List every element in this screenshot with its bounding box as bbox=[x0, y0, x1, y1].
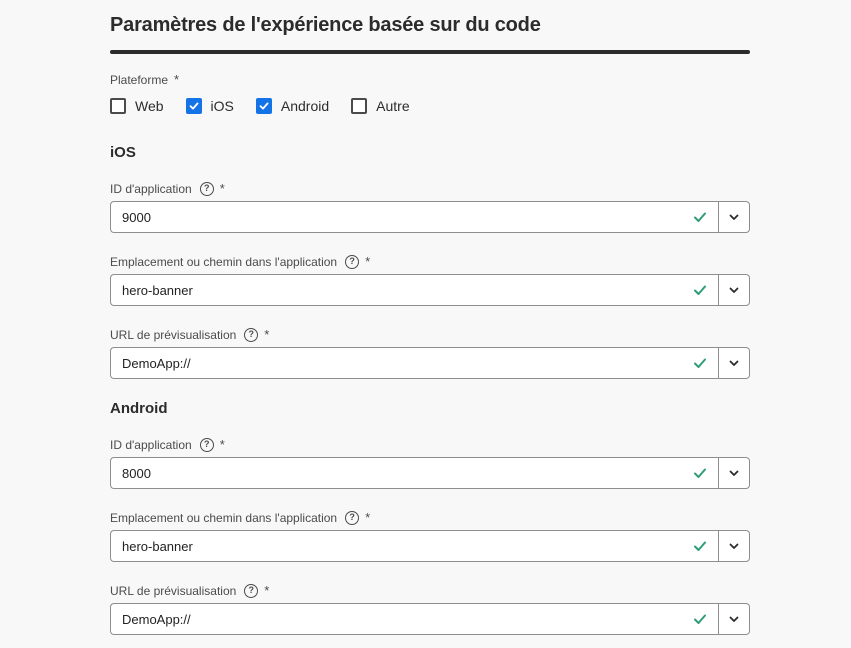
help-icon[interactable]: ? bbox=[199, 181, 214, 196]
android-preview-value: DemoApp:// bbox=[122, 611, 191, 627]
checkbox-ios-label: iOS bbox=[210, 98, 234, 114]
help-icon[interactable]: ? bbox=[244, 327, 259, 342]
ios-location-input[interactable]: hero-banner bbox=[110, 274, 718, 306]
android-location-label: Emplacement ou chemin dans l'application bbox=[110, 510, 338, 525]
android-location-combobox[interactable]: hero-banner bbox=[110, 530, 750, 562]
ios-preview-value: DemoApp:// bbox=[122, 355, 191, 371]
android-preview-dropdown-button[interactable] bbox=[718, 603, 750, 635]
valid-checkmark-icon bbox=[694, 285, 706, 295]
android-preview-label-row: URL de prévisualisation ? * bbox=[110, 583, 269, 598]
ios-preview-label: URL de prévisualisation bbox=[110, 327, 237, 342]
ios-location-label-row: Emplacement ou chemin dans l'application… bbox=[110, 254, 370, 269]
checkmark-icon bbox=[259, 102, 269, 110]
android-app-id-label-row: ID d'application ? * bbox=[110, 437, 225, 452]
page-title: Paramètres de l'expérience basée sur du … bbox=[110, 14, 541, 36]
valid-checkmark-icon bbox=[694, 212, 706, 222]
checkbox-android-label: Android bbox=[280, 98, 330, 114]
android-location-label-row: Emplacement ou chemin dans l'application… bbox=[110, 510, 370, 525]
android-preview-label: URL de prévisualisation bbox=[110, 583, 237, 598]
help-icon[interactable]: ? bbox=[345, 510, 360, 525]
title-divider bbox=[110, 50, 750, 54]
ios-preview-label-row: URL de prévisualisation ? * bbox=[110, 327, 269, 342]
checkbox-other-label: Autre bbox=[376, 98, 410, 114]
platform-checkbox-group: Web iOS Android Autre bbox=[110, 98, 432, 114]
ios-app-id-combobox[interactable]: 9000 bbox=[110, 201, 750, 233]
required-asterisk: * bbox=[219, 437, 225, 452]
ios-heading: iOS bbox=[110, 144, 136, 161]
ios-location-dropdown-button[interactable] bbox=[718, 274, 750, 306]
checkbox-web[interactable]: Web bbox=[110, 98, 164, 114]
checkbox-android[interactable]: Android bbox=[255, 98, 330, 114]
valid-checkmark-icon bbox=[694, 541, 706, 551]
ios-location-label: Emplacement ou chemin dans l'application bbox=[110, 254, 338, 269]
checkbox-ios-box[interactable] bbox=[185, 98, 202, 114]
ios-location-combobox[interactable]: hero-banner bbox=[110, 274, 750, 306]
valid-checkmark-icon bbox=[694, 468, 706, 478]
chevron-down-icon bbox=[729, 287, 739, 293]
platform-label-row: Plateforme * bbox=[110, 72, 179, 87]
android-app-id-input[interactable]: 8000 bbox=[110, 457, 718, 489]
ios-app-id-dropdown-button[interactable] bbox=[718, 201, 750, 233]
required-asterisk: * bbox=[174, 72, 180, 87]
help-icon[interactable]: ? bbox=[345, 254, 360, 269]
ios-location-value: hero-banner bbox=[122, 282, 193, 298]
checkbox-ios[interactable]: iOS bbox=[185, 98, 234, 114]
required-asterisk: * bbox=[264, 327, 270, 342]
android-location-value: hero-banner bbox=[122, 538, 193, 554]
help-icon[interactable]: ? bbox=[244, 583, 259, 598]
ios-app-id-value: 9000 bbox=[122, 209, 151, 225]
ios-preview-input[interactable]: DemoApp:// bbox=[110, 347, 718, 379]
android-location-dropdown-button[interactable] bbox=[718, 530, 750, 562]
valid-checkmark-icon bbox=[694, 358, 706, 368]
required-asterisk: * bbox=[219, 181, 225, 196]
android-location-input[interactable]: hero-banner bbox=[110, 530, 718, 562]
checkbox-other[interactable]: Autre bbox=[351, 98, 410, 114]
android-preview-input[interactable]: DemoApp:// bbox=[110, 603, 718, 635]
checkbox-web-box[interactable] bbox=[110, 98, 126, 114]
checkmark-icon bbox=[189, 102, 199, 110]
chevron-down-icon bbox=[729, 470, 739, 476]
ios-app-id-input[interactable]: 9000 bbox=[110, 201, 718, 233]
chevron-down-icon bbox=[729, 360, 739, 366]
checkbox-other-box[interactable] bbox=[351, 98, 368, 114]
android-preview-combobox[interactable]: DemoApp:// bbox=[110, 603, 750, 635]
chevron-down-icon bbox=[729, 543, 739, 549]
checkbox-android-box[interactable] bbox=[255, 98, 272, 114]
required-asterisk: * bbox=[365, 510, 371, 525]
valid-checkmark-icon bbox=[694, 614, 706, 624]
ios-preview-dropdown-button[interactable] bbox=[718, 347, 750, 379]
ios-app-id-label-row: ID d'application ? * bbox=[110, 181, 225, 196]
chevron-down-icon bbox=[729, 214, 739, 220]
checkbox-web-label: Web bbox=[135, 98, 164, 114]
android-app-id-dropdown-button[interactable] bbox=[718, 457, 750, 489]
android-app-id-value: 8000 bbox=[122, 465, 151, 481]
required-asterisk: * bbox=[365, 254, 371, 269]
android-app-id-label: ID d'application bbox=[110, 437, 192, 452]
ios-app-id-label: ID d'application bbox=[110, 181, 192, 196]
android-app-id-combobox[interactable]: 8000 bbox=[110, 457, 750, 489]
android-heading: Android bbox=[110, 400, 168, 417]
ios-preview-combobox[interactable]: DemoApp:// bbox=[110, 347, 750, 379]
platform-label: Plateforme bbox=[110, 72, 169, 87]
help-icon[interactable]: ? bbox=[199, 437, 214, 452]
required-asterisk: * bbox=[264, 583, 270, 598]
chevron-down-icon bbox=[729, 616, 739, 622]
